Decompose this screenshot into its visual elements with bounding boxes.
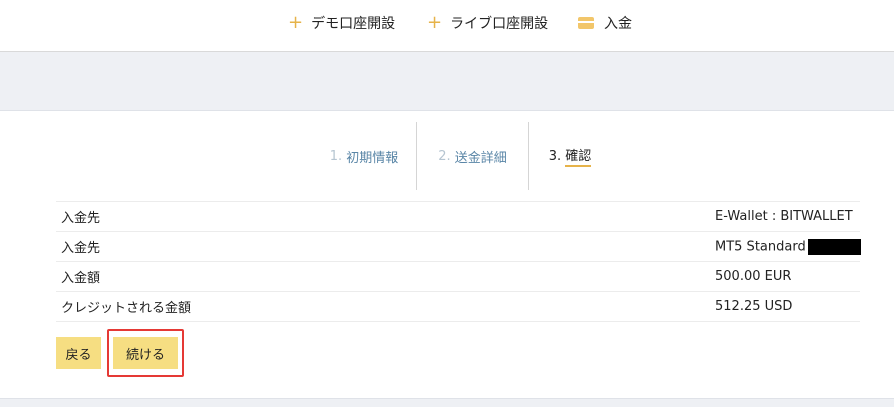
table-row: クレジットされる金額 512.25 USD bbox=[56, 292, 860, 322]
back-button[interactable]: 戻る bbox=[56, 337, 101, 369]
row-value: 500.00 EUR bbox=[715, 269, 792, 284]
row-key: クレジットされる金額 bbox=[61, 301, 192, 316]
redacted-account-number bbox=[807, 238, 861, 255]
table-row: 入金先 E-Wallet : BITWALLET bbox=[56, 202, 860, 232]
plus-icon: + bbox=[288, 12, 304, 33]
step-number: 2. bbox=[438, 148, 451, 164]
step-label: 確認 bbox=[565, 145, 592, 167]
row-value: MT5 Standard bbox=[715, 239, 806, 254]
step-number: 1. bbox=[329, 148, 343, 164]
row-key: 入金額 bbox=[61, 271, 101, 286]
step-indicator: 1. 初期情報 2. 送金詳細 3. 確認 bbox=[0, 122, 894, 190]
row-value: E-Wallet : BITWALLET bbox=[715, 209, 853, 224]
row-key: 入金先 bbox=[61, 241, 101, 256]
summary-table: 入金先 E-Wallet : BITWALLET 入金先 MT5 Standar… bbox=[56, 201, 861, 322]
footer-band bbox=[0, 398, 894, 407]
nav-deposit[interactable]: 入金 bbox=[578, 13, 632, 33]
nav-demo-account-label: デモ口座開設 bbox=[311, 16, 396, 32]
table-row: 入金額 500.00 EUR bbox=[56, 262, 860, 292]
top-navigation: + デモ口座開設 + ライブ口座開設 入金 bbox=[0, 0, 894, 52]
card-icon bbox=[578, 17, 594, 29]
plus-icon: + bbox=[427, 12, 443, 33]
row-key: 入金先 bbox=[61, 211, 101, 226]
step-transfer-details: 2. 送金詳細 bbox=[417, 122, 528, 190]
step-label: 初期情報 bbox=[346, 150, 399, 166]
step-number: 3. bbox=[548, 148, 562, 164]
row-value: 512.25 USD bbox=[715, 299, 793, 314]
step-initial-info: 1. 初期情報 bbox=[312, 122, 416, 190]
table-row: 入金先 MT5 Standard bbox=[56, 232, 861, 262]
continue-button[interactable]: 続ける bbox=[113, 337, 178, 369]
step-label: 送金詳細 bbox=[454, 150, 507, 166]
nav-deposit-label: 入金 bbox=[604, 16, 632, 32]
nav-demo-account[interactable]: + デモ口座開設 bbox=[288, 13, 395, 33]
header-band bbox=[0, 52, 894, 111]
nav-live-account-label: ライブ口座開設 bbox=[450, 16, 549, 32]
nav-live-account[interactable]: + ライブ口座開設 bbox=[427, 13, 548, 33]
step-confirm: 3. 確認 bbox=[529, 122, 611, 190]
row-value-wrap: MT5 Standard bbox=[715, 238, 861, 255]
